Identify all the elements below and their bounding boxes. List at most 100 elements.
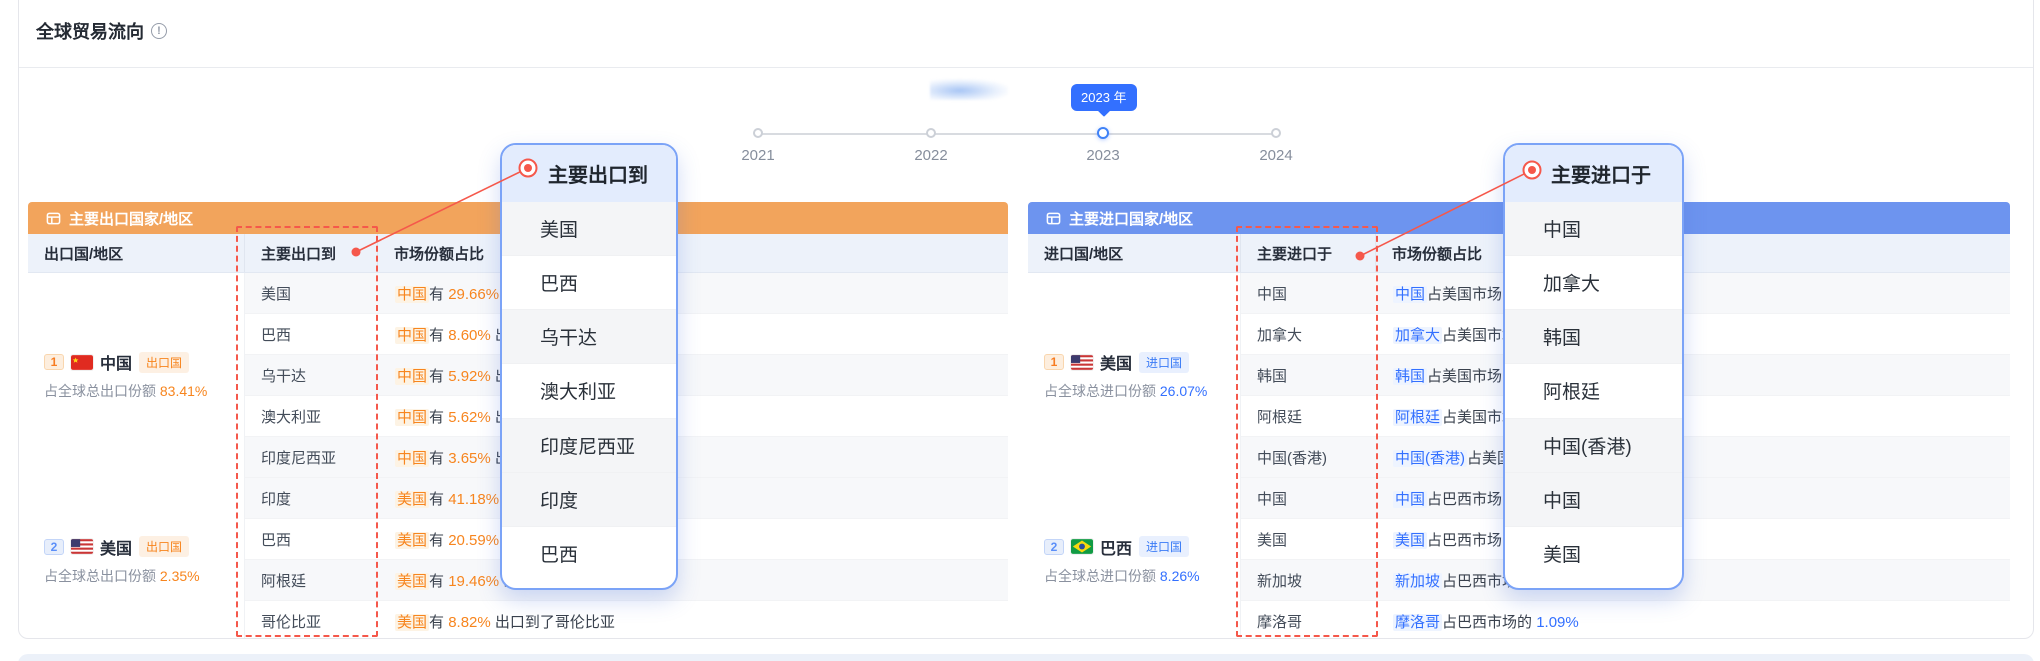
percent-value: 29.66% — [448, 286, 499, 303]
global-share-value: 8.26% — [1160, 568, 1200, 584]
country-name: 巴西 — [1100, 535, 1132, 559]
global-share-label: 占全球总出口份额 2.35% — [44, 566, 244, 586]
role-badge: 进口国 — [1139, 536, 1189, 557]
br-flag-icon — [1071, 539, 1093, 554]
slider-track[interactable] — [758, 133, 1276, 135]
country-highlight: 中国 — [395, 450, 429, 467]
country-label-row: 1美国进口国 — [1044, 350, 1240, 374]
share-text: 有 — [429, 327, 448, 344]
country-highlight: 中国 — [395, 368, 429, 385]
country-label-row: 1中国出口国 — [44, 350, 244, 374]
share-cell: 美国有 19.46% 出口到了阿根廷 — [378, 570, 1008, 591]
partner-cell: 美国 — [1241, 529, 1376, 550]
popup-item: 澳大利亚 — [502, 364, 676, 418]
share-text: 有 — [429, 368, 448, 385]
share-cell: 中国(香港)占美国市 — [1376, 447, 2010, 468]
global-share-label: 占全球总进口份额 8.26% — [1044, 566, 1240, 586]
country-name: 美国 — [1100, 350, 1132, 374]
share-cell: 加拿大占美国市场 — [1376, 324, 2010, 345]
country-highlight: 美国 — [1393, 532, 1427, 549]
country-highlight: 中国(香港) — [1393, 450, 1467, 467]
popup-item: 印度尼西亚 — [502, 419, 676, 473]
partner-cell: 中国(香港) — [1241, 447, 1376, 468]
rank-badge: 2 — [44, 539, 64, 555]
percent-value: 19.46% — [448, 573, 499, 590]
share-cell: 中国有 8.60% 出口到了巴西 — [378, 324, 1008, 345]
popup-item: 巴西 — [502, 527, 676, 580]
year-dot-2022[interactable] — [926, 128, 936, 138]
global-share-value: 83.41% — [160, 383, 207, 399]
country-highlight: 美国 — [395, 532, 429, 549]
partner-cell: 中国 — [1241, 488, 1376, 509]
partner-cell: 中国 — [1241, 283, 1376, 304]
country-highlight: 中国 — [395, 409, 429, 426]
partner-cell: 澳大利亚 — [245, 406, 378, 427]
year-label-2023[interactable]: 2023 — [1071, 147, 1135, 164]
country-highlight: 加拿大 — [1393, 327, 1442, 344]
col-header-import-from: 主要进口于 — [1241, 234, 1376, 272]
cn-flag-icon — [71, 355, 93, 370]
decorative-watermark — [930, 79, 1008, 100]
rank-badge: 2 — [1044, 539, 1064, 555]
percent-value: 8.60% — [448, 327, 491, 344]
country-group-cell: 2 巴西进口国占全球总进口份额 8.26% — [1028, 478, 1241, 639]
table-row: 哥伦比亚美国有 8.82% 出口到了哥伦比亚 — [245, 601, 1008, 639]
partner-cell: 哥伦比亚 — [245, 611, 378, 632]
country-name: 中国 — [100, 350, 132, 374]
share-text: 有 — [429, 614, 448, 631]
share-cell: 新加坡占巴西市场 — [1376, 570, 2010, 591]
page-title: 全球贸易流向 — [36, 18, 144, 44]
import-table-title: 主要进口国家/地区 — [1069, 208, 1193, 229]
year-label-2021[interactable]: 2021 — [726, 147, 790, 164]
country-label-row: 2 美国出口国 — [44, 535, 244, 559]
share-text: 出口到了哥伦比亚 — [491, 614, 615, 631]
share-text: 有 — [429, 573, 448, 590]
popup-item: 巴西 — [502, 256, 676, 310]
year-label-2024[interactable]: 2024 — [1244, 147, 1308, 164]
year-tooltip-label: 2023 年 — [1081, 90, 1127, 105]
percent-value: 5.62% — [448, 409, 491, 426]
share-cell: 韩国占美国市场的 — [1376, 365, 2010, 386]
partner-cell: 巴西 — [245, 324, 378, 345]
col-header-market-share: 市场份额占比 — [1376, 234, 2010, 272]
col-header-market-share: 市场份额占比 — [378, 234, 1008, 272]
global-share-value: 26.07% — [1160, 383, 1207, 399]
share-text: 有 — [429, 532, 448, 549]
year-dot-2021[interactable] — [753, 128, 763, 138]
percent-value: 20.59% — [448, 532, 499, 549]
country-highlight: 中国 — [1393, 286, 1427, 303]
share-text: 有 — [429, 450, 448, 467]
year-dot-2023[interactable] — [1097, 127, 1109, 139]
table-icon — [46, 211, 61, 226]
country-group-cell: 1中国出口国占全球总出口份额 83.41% — [28, 273, 245, 478]
import-popup-title: 主要进口于 — [1505, 145, 1682, 202]
percent-value: 5.92% — [448, 368, 491, 385]
percent-value: 8.82% — [448, 614, 491, 631]
next-section-edge — [18, 654, 2034, 661]
share-cell: 中国有 5.92% 出口到了乌干达 — [378, 365, 1008, 386]
popup-item: 阿根廷 — [1505, 364, 1682, 418]
country-highlight: 美国 — [395, 573, 429, 590]
country-highlight: 新加坡 — [1393, 573, 1442, 590]
share-cell: 中国占美国市场的 — [1376, 283, 2010, 304]
country-highlight: 韩国 — [1393, 368, 1427, 385]
country-highlight: 美国 — [395, 614, 429, 631]
col-header-export-to: 主要出口到 — [245, 234, 378, 272]
partner-cell: 新加坡 — [1241, 570, 1376, 591]
country-highlight: 阿根廷 — [1393, 409, 1442, 426]
role-badge: 出口国 — [139, 536, 189, 557]
popup-item: 中国 — [1505, 202, 1682, 256]
popup-item: 印度 — [502, 473, 676, 527]
year-dot-2024[interactable] — [1271, 128, 1281, 138]
popup-item: 中国(香港) — [1505, 419, 1682, 473]
partner-cell: 印度 — [245, 488, 378, 509]
country-name: 美国 — [100, 535, 132, 559]
info-icon[interactable]: ! — [151, 23, 167, 39]
export-table-title: 主要出口国家/地区 — [69, 208, 193, 229]
country-group-cell: 1美国进口国占全球总进口份额 26.07% — [1028, 273, 1241, 478]
year-label-2022[interactable]: 2022 — [899, 147, 963, 164]
share-cell: 美国有 8.82% 出口到了哥伦比亚 — [378, 611, 1008, 632]
share-cell: 摩洛哥占巴西市场的 1.09% — [1376, 611, 2010, 632]
share-text: 有 — [429, 286, 448, 303]
share-cell: 中国有 29.66% 出口到了美国 — [378, 283, 1008, 304]
